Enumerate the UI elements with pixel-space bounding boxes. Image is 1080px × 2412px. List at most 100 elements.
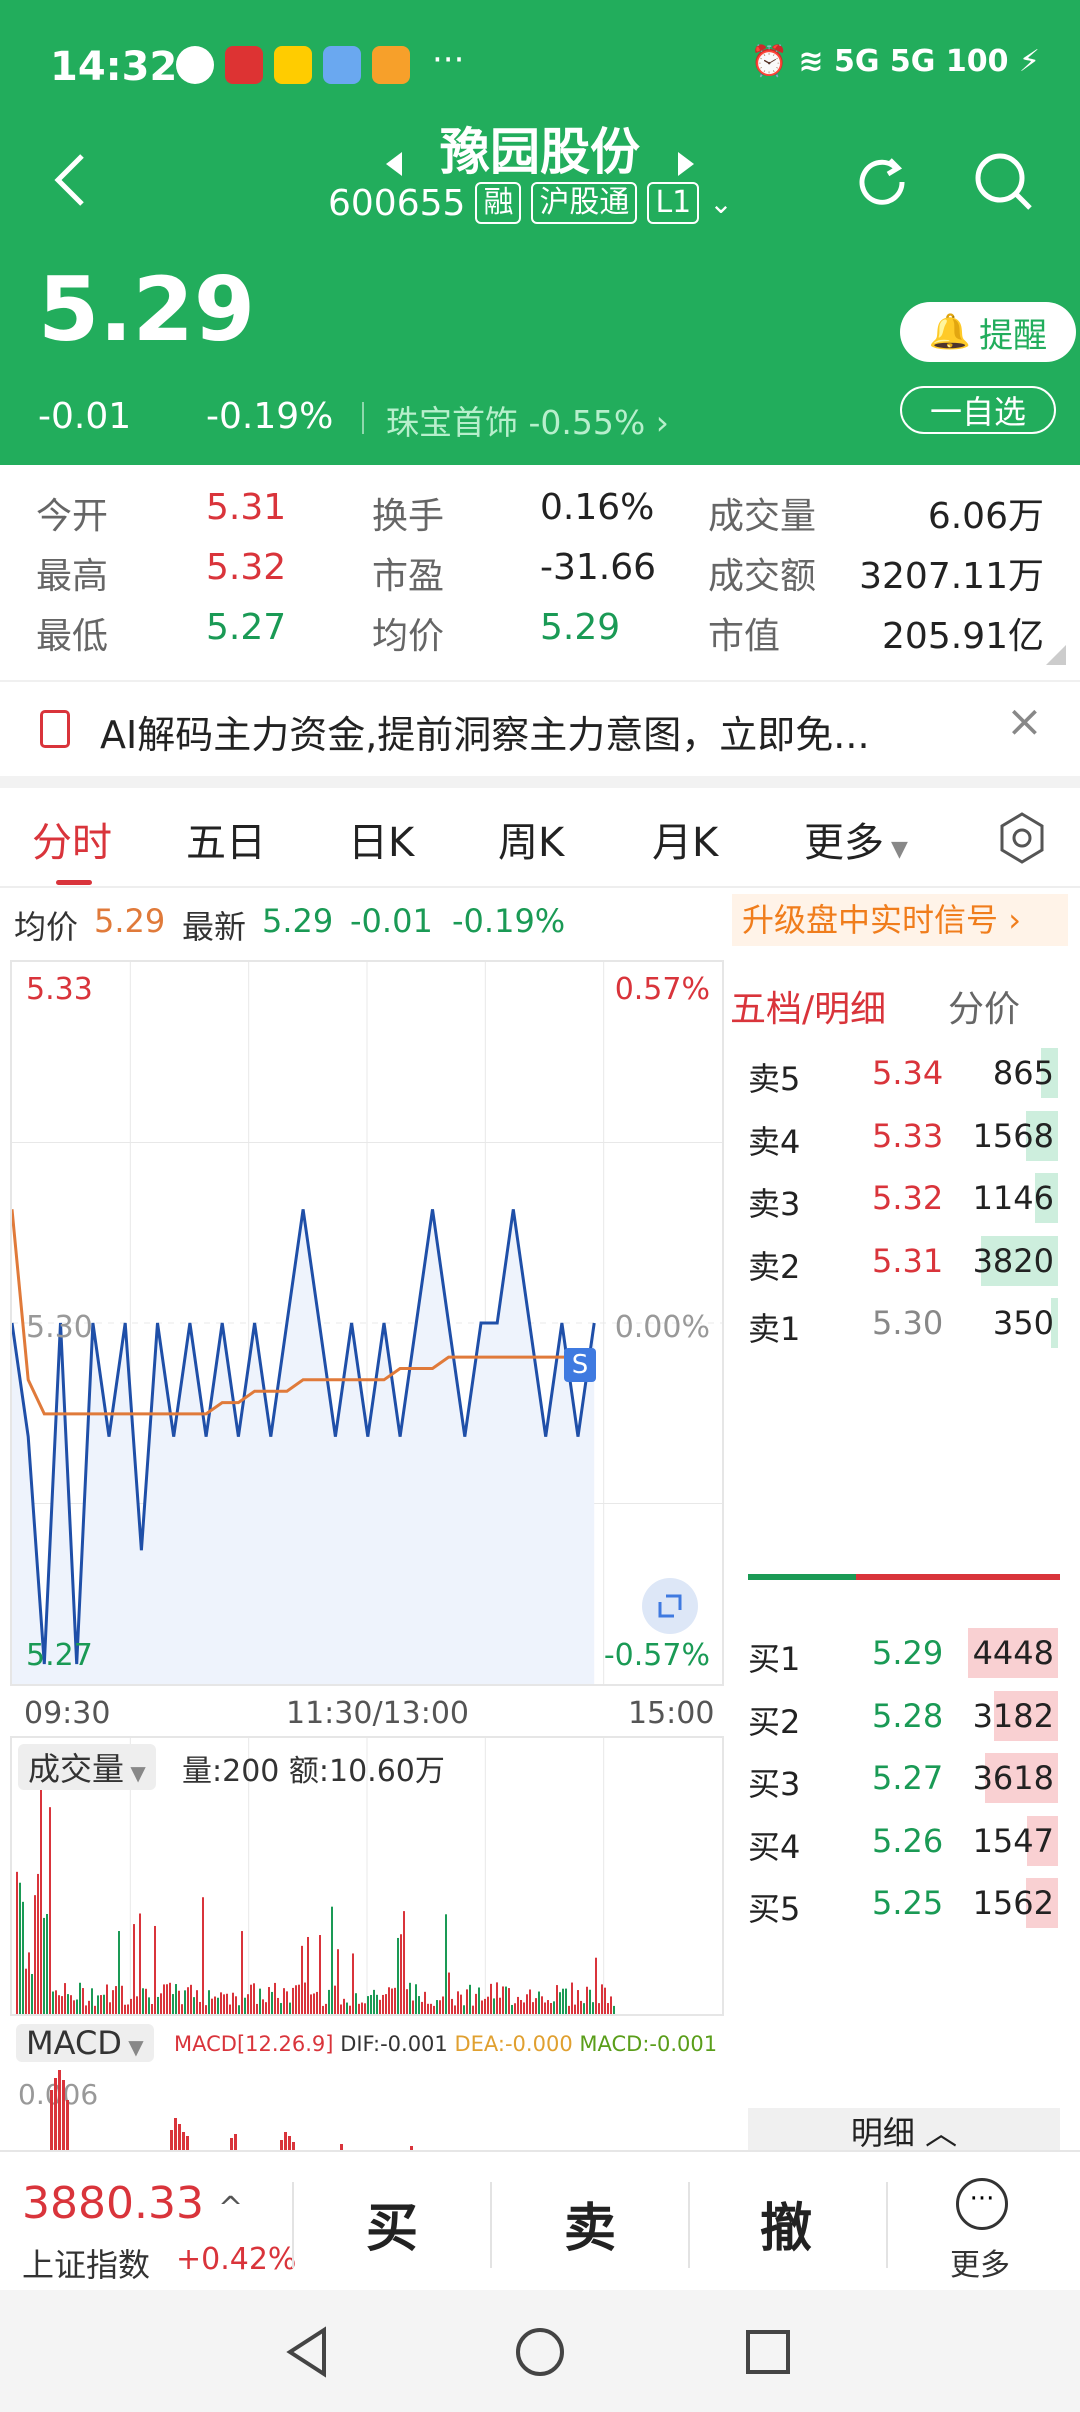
tab-intraday[interactable]: 分时 <box>32 810 112 868</box>
volume-bar <box>547 2000 549 2014</box>
detail-toggle[interactable]: 明细 ︿ <box>748 2108 1060 2152</box>
stock-code-row: 600655 融 沪股通 L1 ⌄ <box>328 182 733 224</box>
refresh-icon[interactable] <box>850 150 914 218</box>
volume-bar <box>574 2004 576 2014</box>
tab-daily-k[interactable]: 日K <box>348 810 414 868</box>
macd-bar <box>234 2134 237 2150</box>
volume-bar <box>466 1989 468 2014</box>
buy-button[interactable]: 买 <box>366 2186 418 2261</box>
status-time: 14:32 <box>50 44 178 90</box>
more-label[interactable]: 更多 <box>950 2240 1010 2284</box>
row-volume: 3820 <box>972 1241 1054 1280</box>
nav-home-icon[interactable] <box>514 2326 566 2382</box>
next-stock-icon[interactable] <box>676 150 696 178</box>
bid-row[interactable]: 买5 5.25 1562 <box>748 1874 1058 1934</box>
volume-bar <box>610 1996 612 2014</box>
volume-bar <box>247 1994 249 2014</box>
volume-bar <box>391 1988 393 2014</box>
sector-link[interactable]: 珠宝首饰 -0.55% › <box>386 396 669 444</box>
volume-bar <box>322 2005 324 2014</box>
index-pct: +0.42% <box>176 2242 297 2277</box>
row-price: 5.34 <box>872 1054 944 1092</box>
bid-row[interactable]: 买3 5.27 3618 <box>748 1749 1058 1809</box>
bid-row[interactable]: 买1 5.29 4448 <box>748 1624 1058 1684</box>
intraday-chart[interactable]: 5.33 0.57% 5.30 0.00% 5.27 -0.57% S <box>10 960 724 1686</box>
more-icon[interactable]: ··· <box>956 2178 1008 2230</box>
search-icon[interactable] <box>972 150 1036 218</box>
ai-notice-banner[interactable]: AI解码主力资金,提前洞察主力意图，立即免... × <box>0 680 1080 776</box>
macd-bar <box>280 2140 283 2150</box>
volume-bar <box>241 1931 243 2014</box>
volume-bar <box>565 1988 567 2014</box>
nav-back-icon[interactable] <box>282 2326 332 2382</box>
macd-bar <box>292 2142 295 2150</box>
volume-bar <box>184 1990 186 2014</box>
volume-bar <box>157 1996 159 2014</box>
volume-bar <box>535 1998 537 2014</box>
volume-bar <box>550 2003 552 2014</box>
tab-five-day[interactable]: 五日 <box>186 810 266 868</box>
macd-bar <box>178 2124 181 2150</box>
volume-bar <box>541 1996 543 2014</box>
volume-bar <box>511 2004 513 2014</box>
tab-more[interactable]: 更多 ▼ <box>804 810 908 868</box>
bid-row[interactable]: 买2 5.28 3182 <box>748 1687 1058 1747</box>
ask-row[interactable]: 卖2 5.31 3820 <box>748 1232 1058 1292</box>
upgrade-signal-button[interactable]: 升级盘中实时信号 › <box>732 894 1068 946</box>
watchlist-button[interactable]: 一自选 <box>900 386 1056 434</box>
tag-margin: 融 <box>475 182 522 224</box>
volume-info: 量:200 额:10.60万 <box>182 1754 445 1789</box>
nav-recents-icon[interactable] <box>744 2328 792 2380</box>
tab-underline <box>56 880 92 885</box>
expand-corner-icon[interactable] <box>1046 645 1066 665</box>
close-icon[interactable]: × <box>1006 696 1043 747</box>
tag-connect: 沪股通 <box>531 182 638 224</box>
tab-monthly-k[interactable]: 月K <box>652 810 718 868</box>
sell-button[interactable]: 卖 <box>564 2186 616 2261</box>
ask-row[interactable]: 卖4 5.33 1568 <box>748 1107 1058 1167</box>
y-bottom-label: 5.27 <box>26 1638 93 1673</box>
volume-bar <box>277 1997 279 2014</box>
settings-icon[interactable] <box>998 812 1046 868</box>
expand-chart-icon[interactable] <box>642 1578 698 1634</box>
price-dist-tab[interactable]: 分价 <box>948 980 1020 1032</box>
volume-bar <box>280 2003 282 2014</box>
row-label: 买4 <box>748 1827 801 1866</box>
volume-bar <box>553 2001 555 2014</box>
volume-bar <box>586 1986 588 2014</box>
volume-bar <box>358 2003 360 2014</box>
volume-bar <box>376 1994 378 2014</box>
volume-bar <box>469 1984 471 2014</box>
info-latest-label: 最新 <box>182 908 247 946</box>
volume-bar <box>118 1931 120 2014</box>
ask-row[interactable]: 卖1 5.30 350 <box>748 1294 1058 1354</box>
volume-dropdown[interactable]: 成交量 ▼ <box>18 1744 156 1790</box>
index-value[interactable]: 3880.33 ^ <box>22 2178 243 2229</box>
volume-bar <box>187 1987 189 2014</box>
volume-bar <box>346 2002 348 2014</box>
ask-row[interactable]: 卖3 5.32 1146 <box>748 1169 1058 1229</box>
weather-icon <box>323 46 361 84</box>
volume-bar <box>520 1999 522 2014</box>
volume-bar <box>496 1982 498 2014</box>
cancel-order-button[interactable]: 撤 <box>760 2186 812 2261</box>
chevron-down-icon[interactable]: ⌄ <box>709 187 732 220</box>
trade-bar: 3880.33 ^ 上证指数 +0.42% 买 卖 撤 ··· 更多 <box>0 2150 1080 2290</box>
mcap-label: 市值 <box>708 616 781 657</box>
ask-row[interactable]: 卖5 5.34 865 <box>748 1044 1058 1104</box>
tab-weekly-k[interactable]: 周K <box>498 810 564 868</box>
row-volume: 1562 <box>972 1884 1054 1922</box>
row-label: 买2 <box>748 1702 801 1741</box>
remind-button[interactable]: 🔔 提醒 <box>900 302 1076 362</box>
row-price: 5.32 <box>872 1179 944 1217</box>
volume-bar <box>403 1911 405 2014</box>
volume-bar <box>571 1982 573 2014</box>
bid-row[interactable]: 买4 5.26 1547 <box>748 1812 1058 1872</box>
volume-bar <box>106 1984 108 2014</box>
row-label: 卖3 <box>748 1185 801 1223</box>
orderbook-tab[interactable]: 五档/明细 <box>730 980 886 1032</box>
signal-s-badge[interactable]: S <box>564 1348 596 1382</box>
volume-bar <box>127 2004 129 2014</box>
volume-bar <box>475 1993 477 2014</box>
volume-bar <box>382 1994 384 2014</box>
